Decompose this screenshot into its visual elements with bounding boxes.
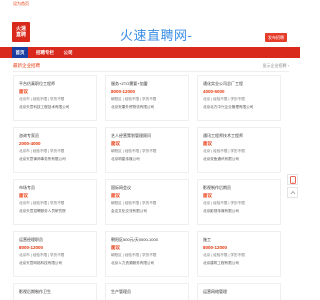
job-company[interactable]: 会议文化交流有限公司	[111, 209, 147, 214]
job-card[interactable]: 运营经理职员 8000-12000 北京市 | 经验不限 | 学历不限 北京天意…	[13, 231, 97, 277]
job-title[interactable]: 通讯工程师技术工程师	[203, 133, 243, 139]
job-meta: 北京市 | 经验不限 | 学历不限	[19, 201, 65, 205]
job-meta: 北京 | 经验不限 | 学历不限	[203, 201, 245, 205]
job-card[interactable]: 施工 8000-12000 北京 | 经验不限 | 学历不限 北京建筑工程有限公…	[197, 231, 281, 277]
job-salary: 面议	[19, 193, 28, 198]
job-company[interactable]: 北京天意科技工程技术有限公司	[19, 105, 69, 110]
job-salary: 面议	[203, 141, 212, 146]
job-card[interactable]: 平台仿真职位工程师 面议 北京市 | 经验不限 | 学历不限 北京天意科技工程技…	[13, 75, 97, 121]
job-card[interactable]: 市场专员 面议 北京市 | 经验不限 | 学历不限 北京天意招聘服务人员研究院	[13, 179, 97, 225]
job-title[interactable]: 艺人经营策划管理顾问	[111, 133, 151, 139]
job-title[interactable]: 施工	[203, 237, 211, 243]
job-card[interactable]: 艺人经营策划管理顾问 面议 朝阳区 | 经验不限 | 学历不限 北京明星传媒公司	[105, 127, 189, 173]
job-card[interactable]: 运营网络管理	[197, 283, 281, 300]
nav-jobs[interactable]: 招聘专栏	[30, 47, 60, 58]
main-nav: 首页 招聘专栏 公司	[0, 47, 300, 58]
job-company[interactable]: 北京天意网络科技有限公司	[19, 261, 62, 266]
job-meta: 北京市 | 经验不限 | 学历不限	[19, 149, 65, 153]
site-title: 火速直聘网-	[120, 28, 193, 43]
section-title: 最新企业招聘	[13, 63, 40, 68]
job-company[interactable]: 北京建筑工程有限公司	[203, 261, 239, 266]
top-bar: 设为首页	[0, 0, 300, 9]
job-salary: 8000-12000	[19, 245, 44, 250]
job-company[interactable]: 北京北方中兴企业管理有限公司	[203, 105, 253, 110]
job-meta: 北京 | 经验不限 | 学历不限	[203, 253, 245, 257]
job-card[interactable]: 朝阳区500元/天0000-1000 面议 朝阳区 | 经验不限 | 学历不限 …	[105, 231, 189, 277]
job-meta: 朝阳区 | 经验不限 | 学历不限	[111, 253, 157, 257]
section-header: 最新企业招聘 显示企业招聘 ›	[13, 61, 289, 72]
site-logo[interactable]: 火速 直聘	[12, 22, 30, 42]
logo-line-2: 直聘	[15, 32, 26, 38]
job-salary: 面议	[111, 193, 120, 198]
phone-glyph	[289, 175, 296, 184]
job-meta: 朝阳区 | 经验不限 | 学历不限	[111, 201, 157, 205]
job-meta: 北京市 | 经验不限 | 学历不限	[19, 253, 65, 257]
job-card[interactable]: 国际网会议 面议 朝阳区 | 经验不限 | 学历不限 会议文化交流有限公司	[105, 179, 189, 225]
job-company[interactable]: 北京天意律师事务所有限公司	[19, 157, 66, 162]
job-title[interactable]: 服务+ZTO需要+加盟	[111, 81, 148, 87]
job-meta: 北京市 | 经验不限 | 学历不限	[19, 97, 65, 101]
nav-companies[interactable]: 公司	[60, 47, 76, 58]
job-meta: 朝阳区 | 经验不限 | 学历不限	[111, 97, 157, 101]
post-job-button[interactable]: 发布招聘	[265, 33, 287, 42]
job-title[interactable]: 运营网络管理	[203, 289, 227, 295]
section-more-link[interactable]: 显示企业招聘 ›	[263, 63, 289, 69]
job-meta: 北京 | 经验不限 | 学历不限	[203, 149, 245, 153]
job-company[interactable]: 北京双鱼通讯有限公司	[203, 157, 239, 162]
job-company[interactable]: 北京天意招聘服务人员研究院	[19, 209, 66, 214]
job-title[interactable]: 通化实业公司总厂工程	[203, 81, 243, 87]
job-salary: 8000-12000	[111, 89, 136, 94]
back-to-top-icon[interactable]	[287, 187, 298, 198]
job-title[interactable]: 影视后期制作卫生	[19, 289, 51, 295]
job-meta: 北京 | 经验不限 | 学历不限	[203, 97, 245, 101]
job-meta: 朝阳区 | 经验不限 | 学历不限	[111, 149, 157, 153]
job-title[interactable]: 咨询专家员	[19, 133, 39, 139]
job-card[interactable]: 生产管理员	[105, 283, 189, 300]
job-card[interactable]: 通化实业公司总厂工程 4000-5000 北京 | 经验不限 | 学历不限 北京…	[197, 75, 281, 121]
set-homepage-link[interactable]: 设为首页	[13, 1, 29, 7]
job-card[interactable]: 咨询专家员 2000-4000 北京市 | 经验不限 | 学历不限 北京天意律师…	[13, 127, 97, 173]
job-salary: 面议	[111, 245, 120, 250]
job-salary: 4000-5000	[203, 89, 225, 94]
job-card[interactable]: 服务+ZTO需要+加盟 8000-12000 朝阳区 | 经验不限 | 学历不限…	[105, 75, 189, 121]
job-salary: 8000-12000	[203, 245, 228, 250]
job-salary: 面议	[203, 193, 212, 198]
job-title[interactable]: 朝阳区500元/天0000-1000	[111, 237, 158, 243]
job-company[interactable]: 北京人力资源服务有限公司	[111, 261, 154, 266]
job-salary: 面议	[19, 89, 28, 94]
site-header: 火速 直聘 火速直聘网- 发布招聘	[0, 9, 300, 44]
job-title[interactable]: 国际网会议	[111, 185, 131, 191]
job-company[interactable]: 北京安康外贸物流有限公司	[111, 105, 154, 110]
job-company[interactable]: 北京影视传媒有限公司	[203, 209, 239, 214]
job-title[interactable]: 生产管理员	[111, 289, 131, 295]
job-card[interactable]: 影视后期制作卫生	[13, 283, 97, 300]
phone-icon[interactable]	[287, 174, 298, 185]
job-title[interactable]: 影视制作后期员	[203, 185, 231, 191]
job-title[interactable]: 平台仿真职位工程师	[19, 81, 55, 87]
nav-home[interactable]: 首页	[12, 47, 28, 58]
job-title[interactable]: 运营经理职员	[19, 237, 43, 243]
job-company[interactable]: 北京明星传媒公司	[111, 157, 140, 162]
arrow-up-glyph	[290, 190, 295, 194]
job-title[interactable]: 市场专员	[19, 185, 35, 191]
job-card[interactable]: 通讯工程师技术工程师 面议 北京 | 经验不限 | 学历不限 北京双鱼通讯有限公…	[197, 127, 281, 173]
job-salary: 2000-4000	[19, 141, 41, 146]
job-salary: 面议	[111, 141, 120, 146]
job-card[interactable]: 影视制作后期员 面议 北京 | 经验不限 | 学历不限 北京影视传媒有限公司	[197, 179, 281, 225]
